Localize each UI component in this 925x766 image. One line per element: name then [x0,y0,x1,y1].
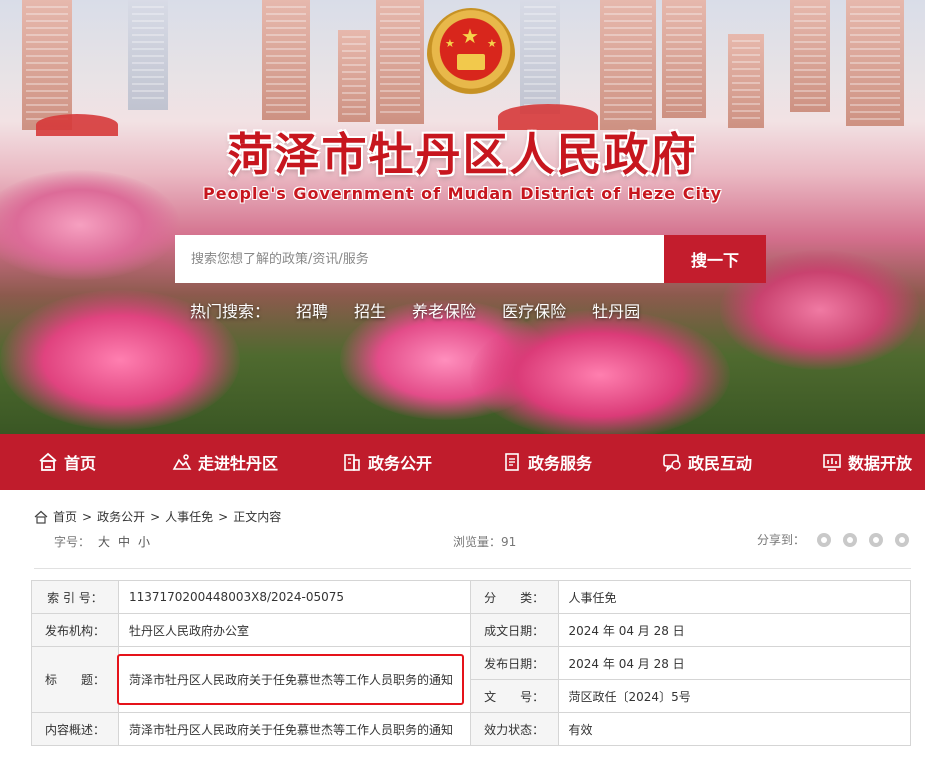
breadcrumb-separator: > [150,509,161,524]
document-info-table: 索 引 号： 1137170200448003X8/2024-05075 分 类… [31,580,912,746]
chart-icon [823,454,841,471]
hot-searches: 热门搜索： 招聘 招生 养老保险 医疗保险 牡丹园 [190,298,640,322]
hot-keyword-enrollment[interactable]: 招生 [354,298,386,322]
building [338,30,370,122]
nav-item-label: 首页 [64,454,97,473]
index-label: 索 引 号： [31,580,119,614]
nav-item-label: 政务服务 [528,454,593,473]
breadcrumb-government-affairs[interactable]: 政务公开 [97,508,145,525]
table-row: 标 题： 菏泽市牡丹区人民政府关于任免慕世杰等工作人员职务的通知 发布日期： 2… [31,646,912,713]
summary-label: 内容概述： [31,712,119,746]
nav-item-open-data[interactable]: 数据开放 [822,434,912,490]
scenery-icon [172,454,192,470]
weibo-share-icon[interactable] [843,532,858,547]
doc-number-value: 菏区政任〔2024〕5号 [557,679,912,713]
qzone-share-icon[interactable] [895,532,910,547]
share-label: 分享到： [757,533,806,547]
created-date-label: 成文日期： [469,613,559,647]
building [128,0,168,110]
building [790,0,830,112]
nav-item-government-affairs[interactable]: 政务公开 [342,434,432,490]
peony [470,310,730,434]
divider [34,568,911,569]
search-input[interactable] [175,235,664,283]
header-banner: ★ ★ ★ 菏泽市牡丹区人民政府 People's Government of … [0,0,925,434]
status-value: 有效 [557,712,912,746]
building [376,0,424,124]
breadcrumb: 首页 > 政务公开 > 人事任免 > 正文内容 [34,508,281,525]
hot-keyword-recruitment[interactable]: 招聘 [296,298,328,322]
font-size-label: 字号： [54,535,91,549]
published-date-label: 发布日期： [469,646,559,680]
building [600,0,656,130]
nav-item-government-services[interactable]: 政务服务 [502,434,592,490]
nav-item-public-interaction[interactable]: 政民互动 [662,434,752,490]
title-label: 标 题： [31,646,119,713]
wechat-share-icon[interactable] [817,532,832,547]
hot-keyword-peony-garden[interactable]: 牡丹园 [592,298,640,322]
font-size-selector: 字号： 大 中 小 [54,533,150,550]
font-size-large[interactable]: 大 [98,533,110,550]
site-subtitle: People's Government of Mudan District of… [202,184,723,203]
hot-keyword-medical-insurance[interactable]: 医疗保险 [502,298,566,322]
search-button[interactable]: 搜一下 [664,235,766,283]
nav-item-label: 数据开放 [848,454,913,473]
nav-item-label: 政民互动 [688,454,753,473]
main-nav: 首页 走进牡丹区 政务公开 政务服务 政民互动 数据开放 [0,434,925,490]
font-size-small[interactable]: 小 [138,533,150,550]
document-icon [505,453,519,471]
category-label: 分 类： [469,580,559,614]
breadcrumb-home[interactable]: 首页 [53,508,77,525]
font-size-medium[interactable]: 中 [118,533,130,550]
breadcrumb-personnel[interactable]: 人事任免 [165,508,213,525]
title-value: 菏泽市牡丹区人民政府关于任免慕世杰等工作人员职务的通知 [117,646,471,713]
index-value: 1137170200448003X8/2024-05075 [117,580,471,614]
nav-item-label: 走进牡丹区 [198,454,279,473]
table-row: 内容概述： 菏泽市牡丹区人民政府关于任免慕世杰等工作人员职务的通知 效力状态： … [31,712,912,746]
hot-search-label: 热门搜索： [190,302,271,321]
building [662,0,706,118]
building [520,0,560,114]
status-label: 效力状态： [469,712,559,746]
nav-item-about-district[interactable]: 走进牡丹区 [172,434,278,490]
nav-item-label: 政务公开 [368,454,433,473]
building [846,0,904,126]
table-row: 发布机构： 牡丹区人民政府办公室 成文日期： 2024 年 04 月 28 日 [31,613,912,647]
breadcrumb-separator: > [218,509,229,524]
building [728,34,764,128]
org-label: 发布机构： [31,613,119,647]
qq-share-icon[interactable] [869,532,884,547]
org-value: 牡丹区人民政府办公室 [117,613,471,647]
building [22,0,72,130]
home-icon [34,510,48,524]
site-title: 菏泽市牡丹区人民政府 [227,128,698,181]
created-date-value: 2024 年 04 月 28 日 [557,613,912,647]
category-value: 人事任免 [557,580,912,614]
hot-keyword-pension-insurance[interactable]: 养老保险 [412,298,476,322]
view-count: 浏览量：91 [453,535,517,549]
national-emblem-icon: ★ ★ ★ [427,8,515,100]
published-date-value: 2024 年 04 月 28 日 [557,646,912,680]
chat-icon [663,454,681,472]
summary-value: 菏泽市牡丹区人民政府关于任免慕世杰等工作人员职务的通知 [117,712,471,746]
breadcrumb-separator: > [82,509,93,524]
share-bar: 分享到： [757,531,910,548]
building-icon [344,454,360,471]
building [262,0,310,120]
doc-number-label: 文 号： [469,679,559,713]
table-row: 索 引 号： 1137170200448003X8/2024-05075 分 类… [31,580,912,614]
breadcrumb-current: 正文内容 [233,510,282,524]
nav-item-home[interactable]: 首页 [38,434,96,490]
home-icon [39,452,57,471]
